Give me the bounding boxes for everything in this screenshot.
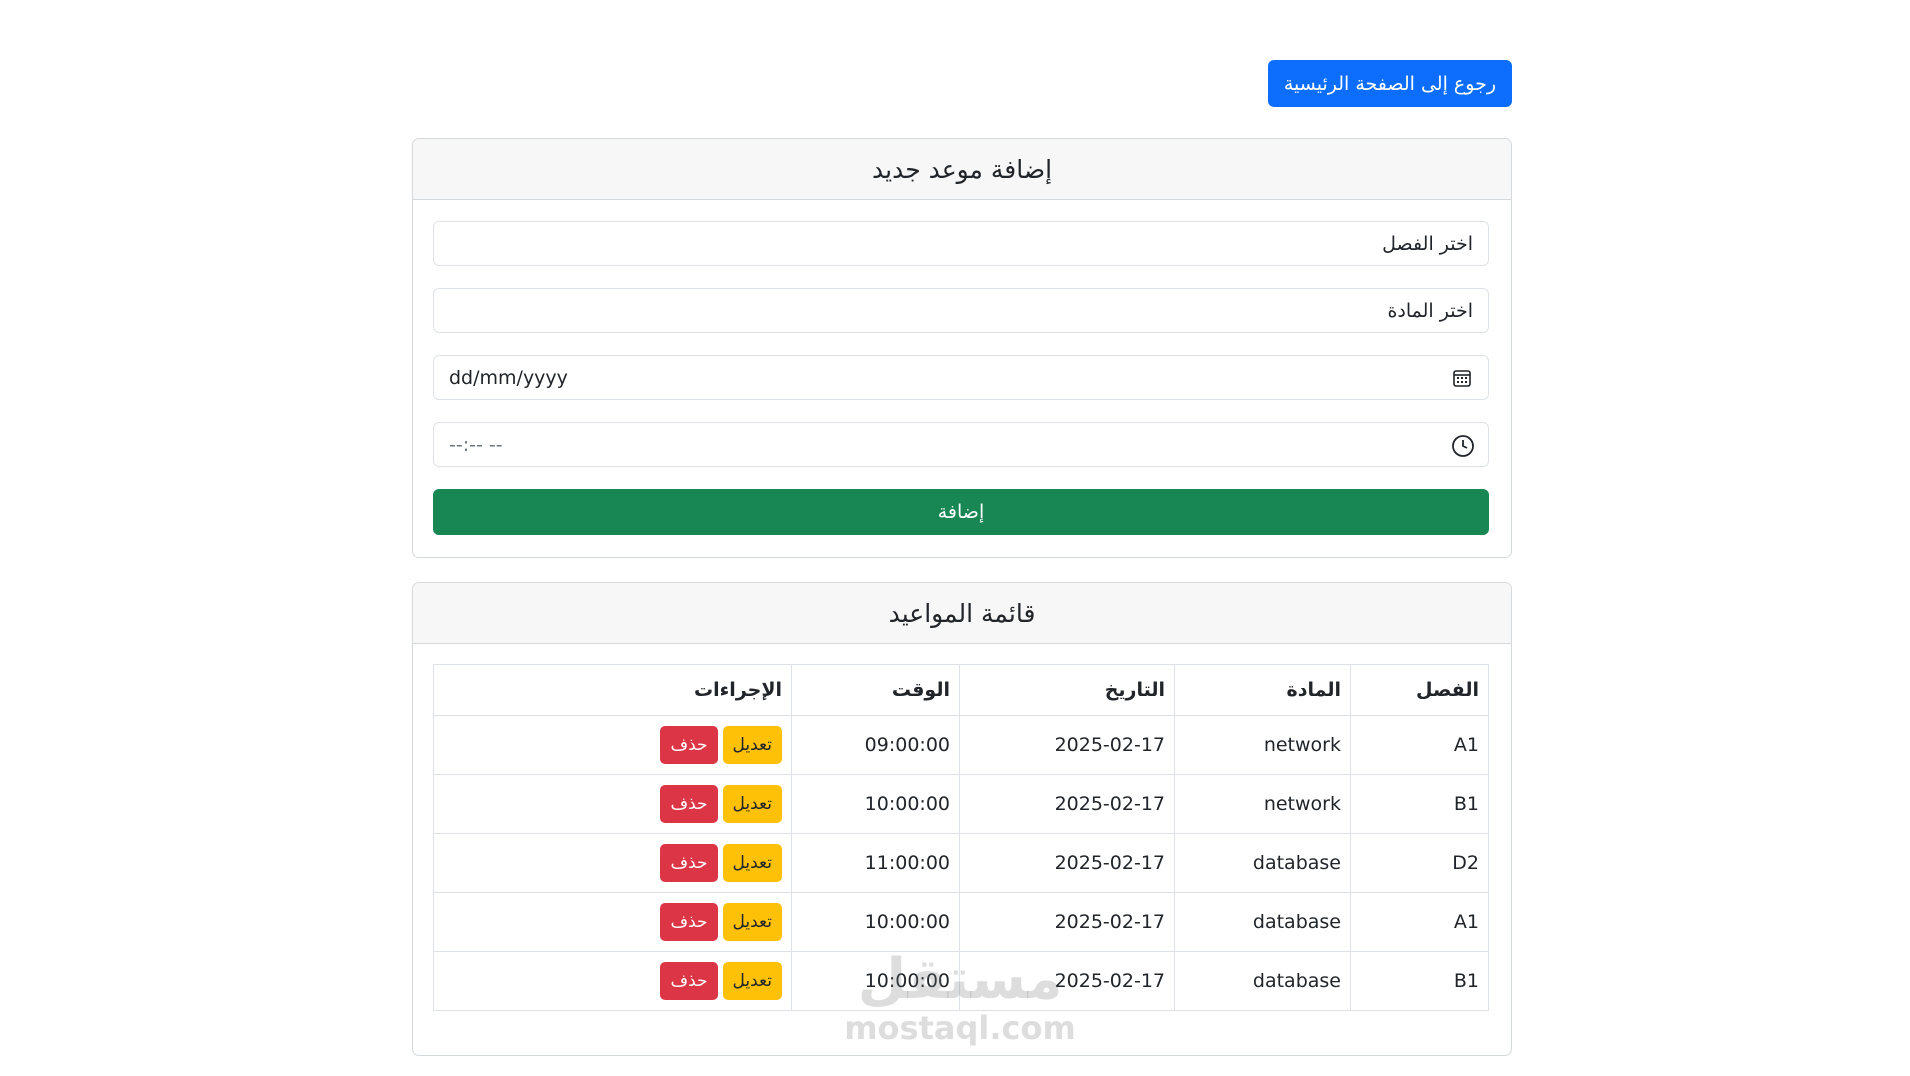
table-header-row: الفصل المادة التاريخ الوقت الإجراءات <box>433 664 1489 716</box>
table-row: A1 network 2025-02-17 09:00:00 تعديل حذف <box>433 715 1489 775</box>
cell-time: 10:00:00 <box>791 774 960 834</box>
cell-time: 10:00:00 <box>791 892 960 952</box>
cell-subject: database <box>1174 951 1351 1011</box>
cell-time: 09:00:00 <box>791 715 960 775</box>
delete-button[interactable]: حذف <box>660 726 718 764</box>
cell-subject: database <box>1174 833 1351 893</box>
edit-button[interactable]: تعديل <box>722 726 782 764</box>
subject-select-placeholder: اختر المادة <box>1387 299 1473 322</box>
edit-button[interactable]: تعديل <box>722 785 782 823</box>
cell-time: 11:00:00 <box>791 833 960 893</box>
column-header-date: التاريخ <box>959 664 1175 716</box>
column-header-time: الوقت <box>791 664 960 716</box>
appointments-table: الفصل المادة التاريخ الوقت الإجراءات A1 … <box>433 664 1489 1011</box>
delete-button[interactable]: حذف <box>660 962 718 1000</box>
table-row: A1 database 2025-02-17 10:00:00 تعديل حذ… <box>433 892 1489 952</box>
column-header-subject: المادة <box>1174 664 1351 716</box>
clock-icon[interactable] <box>1451 434 1474 457</box>
cell-class: B1 <box>1350 951 1489 1011</box>
delete-button[interactable]: حذف <box>660 785 718 823</box>
class-select-placeholder: اختر الفصل <box>1382 232 1473 255</box>
cell-date: 2025-02-17 <box>959 951 1175 1011</box>
cell-actions: تعديل حذف <box>433 774 792 834</box>
date-input-placeholder: dd/mm/yyyy <box>449 366 568 389</box>
cell-class: B1 <box>1350 774 1489 834</box>
column-header-actions: الإجراءات <box>433 664 792 716</box>
cell-date: 2025-02-17 <box>959 774 1175 834</box>
add-appointment-button[interactable]: إضافة <box>433 489 1489 535</box>
cell-subject: network <box>1174 715 1351 775</box>
back-home-button[interactable]: رجوع إلى الصفحة الرئيسية <box>1267 60 1512 107</box>
cell-time: 10:00:00 <box>791 951 960 1011</box>
cell-subject: network <box>1174 774 1351 834</box>
subject-select[interactable]: اختر المادة <box>433 288 1489 333</box>
cell-actions: تعديل حذف <box>433 715 792 775</box>
edit-button[interactable]: تعديل <box>722 903 782 941</box>
appointments-list-card: قائمة المواعيد الفصل المادة التاريخ الوق… <box>412 582 1512 1056</box>
cell-class: D2 <box>1350 833 1489 893</box>
table-row: B1 database 2025-02-17 10:00:00 تعديل حذ… <box>433 951 1489 1011</box>
cell-actions: تعديل حذف <box>433 833 792 893</box>
cell-class: A1 <box>1350 715 1489 775</box>
cell-actions: تعديل حذف <box>433 892 792 952</box>
class-select[interactable]: اختر الفصل <box>433 221 1489 266</box>
cell-date: 2025-02-17 <box>959 892 1175 952</box>
table-row: B1 network 2025-02-17 10:00:00 تعديل حذف <box>433 774 1489 834</box>
add-appointment-title: إضافة موعد جديد <box>413 139 1511 200</box>
time-input-placeholder: --:-- -- <box>449 433 503 456</box>
cell-date: 2025-02-17 <box>959 833 1175 893</box>
edit-button[interactable]: تعديل <box>722 962 782 1000</box>
appointments-list-title: قائمة المواعيد <box>413 583 1511 644</box>
cell-class: A1 <box>1350 892 1489 952</box>
cell-actions: تعديل حذف <box>433 951 792 1011</box>
cell-subject: database <box>1174 892 1351 952</box>
cell-date: 2025-02-17 <box>959 715 1175 775</box>
date-input[interactable]: dd/mm/yyyy <box>433 355 1489 400</box>
table-row: D2 database 2025-02-17 11:00:00 تعديل حذ… <box>433 833 1489 893</box>
edit-button[interactable]: تعديل <box>722 844 782 882</box>
calendar-icon[interactable] <box>1451 367 1473 389</box>
column-header-class: الفصل <box>1350 664 1489 716</box>
delete-button[interactable]: حذف <box>660 844 718 882</box>
add-appointment-card: إضافة موعد جديد اختر الفصل اختر المادة d… <box>412 138 1512 558</box>
time-input[interactable]: --:-- -- <box>433 422 1489 467</box>
delete-button[interactable]: حذف <box>660 903 718 941</box>
